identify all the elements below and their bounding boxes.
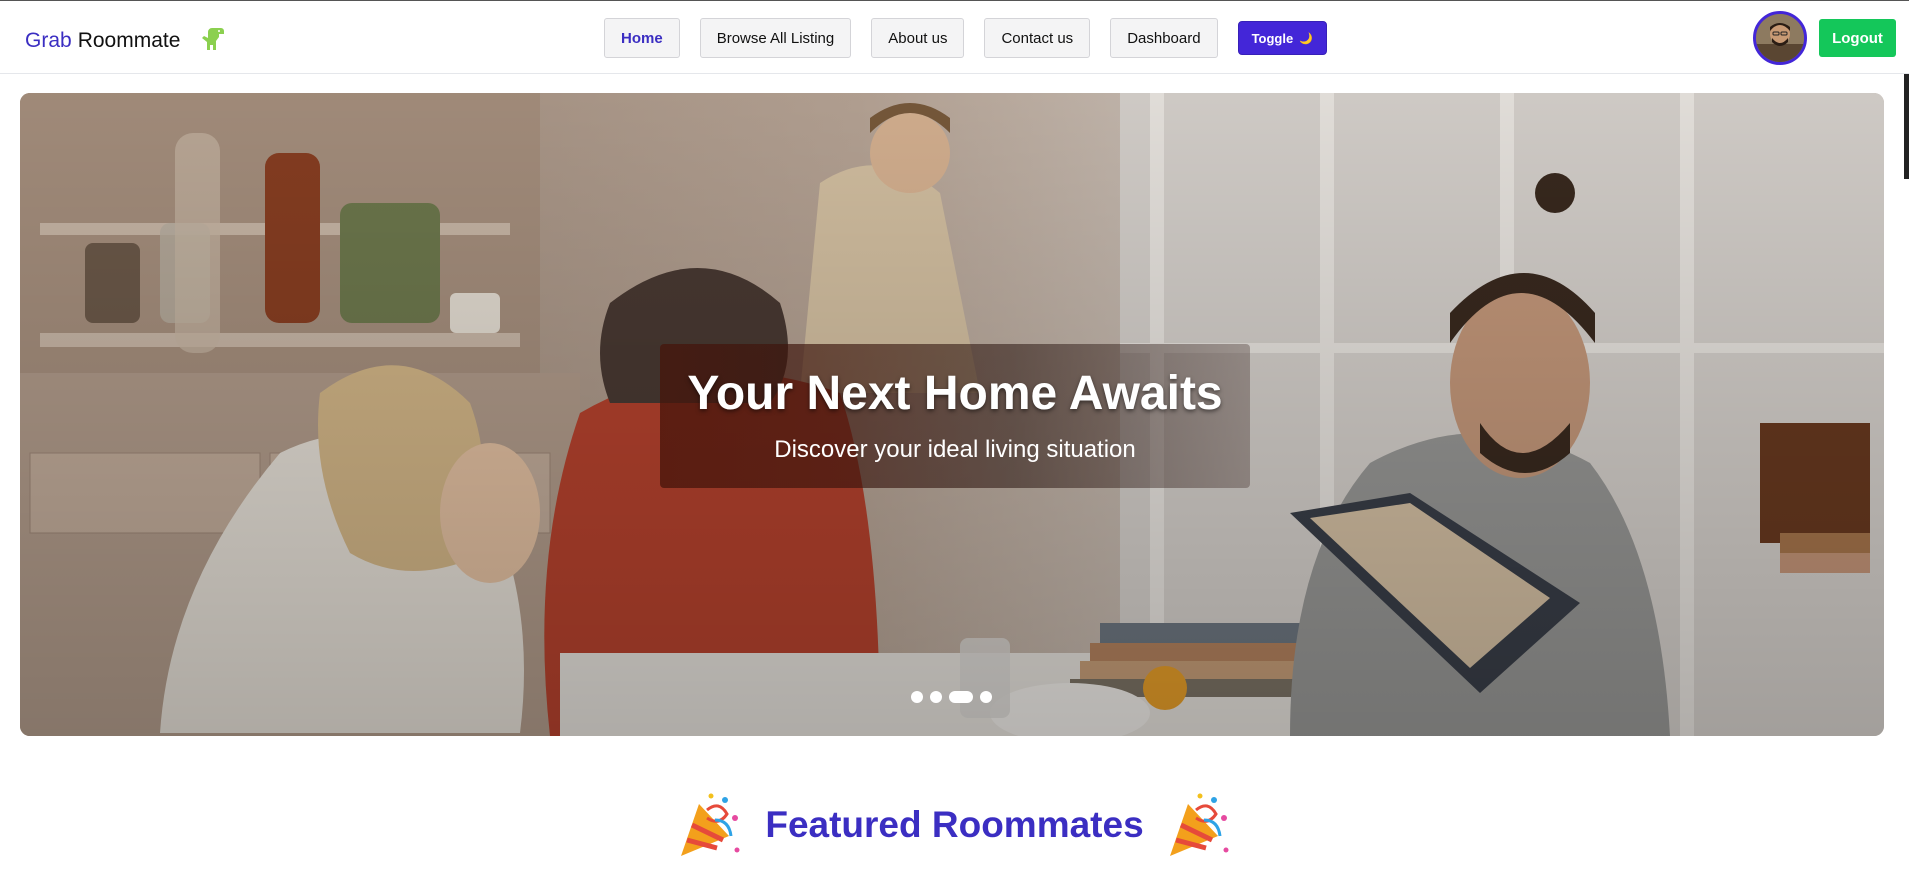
hero-subtitle: Discover your ideal living situation (774, 436, 1136, 463)
main-nav: Home Browse All Listing About us Contact… (604, 18, 1327, 58)
nav-home[interactable]: Home (604, 18, 680, 58)
carousel-dot-3[interactable] (949, 691, 973, 703)
toggle-label: Toggle (1251, 30, 1294, 46)
theme-toggle-button[interactable]: Toggle 🌙 (1237, 21, 1327, 55)
user-avatar[interactable] (1753, 11, 1807, 65)
party-popper-icon (681, 793, 740, 856)
hero-title: Your Next Home Awaits (687, 367, 1223, 420)
brand-word-roommate: Roommate (77, 29, 181, 52)
nav-browse-listing[interactable]: Browse All Listing (699, 18, 852, 58)
hero-carousel: Your Next Home Awaits Discover your idea… (20, 93, 1884, 736)
top-navbar: Grab Roommate Home Browse All Listing Ab… (0, 0, 1909, 74)
hero-caption: Your Next Home Awaits Discover your idea… (660, 344, 1250, 488)
brand-word-grab: Grab (25, 29, 72, 52)
carousel-pagination (911, 691, 992, 703)
avatar-image (1756, 14, 1804, 62)
nav-contact-us[interactable]: Contact us (984, 18, 1091, 58)
scrollbar-edge[interactable] (1904, 74, 1909, 179)
moon-icon: 🌙 (1299, 32, 1313, 45)
logout-button[interactable]: Logout (1819, 19, 1896, 57)
party-popper-icon (1169, 793, 1229, 856)
carousel-dot-1[interactable] (911, 691, 923, 703)
carousel-dot-2[interactable] (930, 691, 942, 703)
featured-title: Featured Roommates (765, 804, 1144, 845)
dinosaur-icon (202, 28, 225, 50)
carousel-dot-4[interactable] (980, 691, 992, 703)
nav-about-us[interactable]: About us (871, 18, 965, 58)
featured-section-header: Featured Roommates (0, 790, 1909, 860)
nav-dashboard[interactable]: Dashboard (1110, 18, 1218, 58)
brand-logo[interactable]: Grab Roommate (25, 26, 226, 56)
